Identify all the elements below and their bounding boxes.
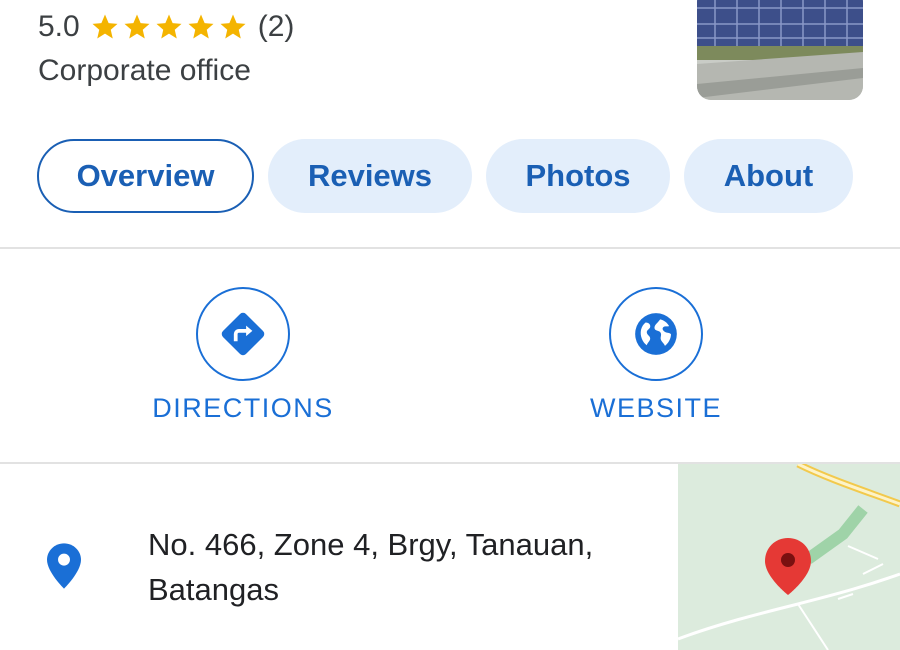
street-photo (697, 0, 863, 100)
globe-icon (635, 313, 677, 355)
address-line-2: Batangas (148, 572, 279, 607)
location-pin-icon (47, 543, 81, 589)
tab-label: About (723, 158, 814, 193)
rating-row: 5.0 (2) (38, 8, 294, 46)
place-category: Corporate office (38, 54, 251, 87)
star-icon (156, 14, 182, 39)
tab-bar: Overview Reviews Photos About (37, 139, 867, 213)
star-icon (220, 14, 246, 39)
directions-button[interactable]: DIRECTIONS (113, 287, 373, 424)
place-photo-thumbnail[interactable] (697, 0, 863, 100)
tab-reviews[interactable]: Reviews (268, 139, 472, 213)
website-label: WEBSITE (589, 393, 722, 423)
directions-label: DIRECTIONS (152, 393, 334, 423)
divider (0, 247, 900, 249)
tab-photos[interactable]: Photos (486, 139, 670, 213)
review-count[interactable]: (2) (258, 10, 295, 44)
address-line-1: No. 466, Zone 4, Brgy, Tanauan, (148, 527, 594, 562)
rating-value: 5.0 (38, 10, 80, 43)
star-icon (188, 14, 214, 39)
star-rating (90, 12, 250, 42)
tab-label: Reviews (307, 158, 433, 193)
website-button[interactable]: WEBSITE (526, 287, 786, 424)
tab-label: Overview (76, 158, 215, 193)
website-circle (609, 287, 703, 381)
star-icon (124, 14, 150, 39)
tab-about[interactable]: About (684, 139, 853, 213)
tab-overview[interactable]: Overview (37, 139, 254, 213)
directions-icon (221, 312, 265, 356)
directions-circle (196, 287, 290, 381)
map-image (678, 464, 900, 650)
map-thumbnail[interactable] (678, 464, 900, 650)
star-icon (92, 14, 118, 39)
address-text: No. 466, Zone 4, Brgy, Tanauan, Batangas (148, 522, 648, 612)
tab-label: Photos (525, 158, 631, 193)
